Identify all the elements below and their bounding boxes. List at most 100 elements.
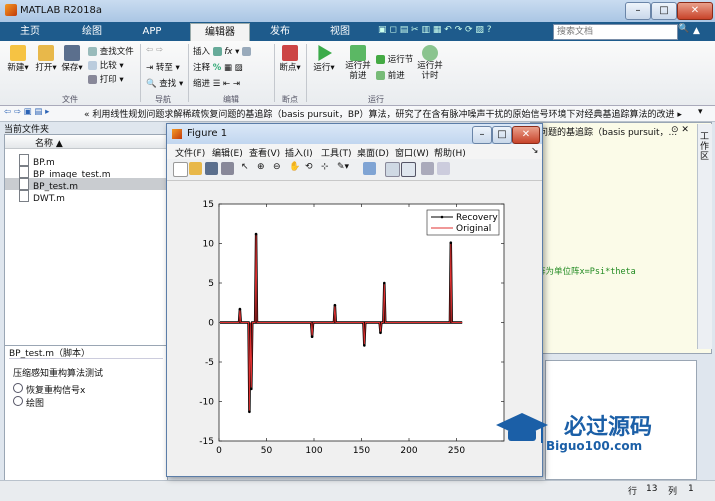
tab-publish[interactable]: 发布 [258, 23, 302, 40]
y-tick-label: 10 [203, 240, 215, 250]
menu-dock-icon[interactable]: ↘ [531, 146, 539, 156]
path-dropdown-icon[interactable]: ▾ [698, 107, 703, 117]
indent-icons: ☰ ⇤ ⇥ [212, 79, 240, 89]
advance-button[interactable]: 前进 [376, 69, 405, 81]
line-label: 行 [628, 487, 638, 497]
legend-icon[interactable] [401, 162, 416, 177]
new-button[interactable]: 新建▾ [6, 45, 30, 73]
print-figure-icon[interactable] [221, 162, 234, 175]
up-folder-icon[interactable]: ▣ [24, 107, 32, 117]
search-icon[interactable]: 🔍 [678, 24, 689, 34]
data-cursor-icon[interactable]: ⊹ [321, 162, 329, 172]
open-folder-icon [38, 45, 54, 61]
edit-plot-icon[interactable]: ↖ [241, 162, 249, 172]
watermark-title: 必过源码 [564, 415, 653, 440]
find-button[interactable]: 🔍 查找 ▾ [146, 77, 183, 89]
tab-apps[interactable]: APP [130, 23, 174, 40]
figure-minimize-button[interactable]: – [472, 126, 492, 144]
tab-editor[interactable]: 编辑器 [190, 23, 250, 41]
outline-item[interactable]: 绘图 [13, 396, 44, 409]
quick-access-icons[interactable]: ▣ ◻ ▤ ✂ ▥ ▦ ↶ ↷ ⟳ ▨ ? [378, 25, 492, 35]
rotate-3d-icon[interactable]: ⟲ [305, 162, 313, 172]
graduation-cap-icon [496, 413, 548, 443]
run-and-time-button[interactable]: 运行并计时 [416, 45, 444, 81]
zoom-out-icon[interactable]: ⊖ [273, 162, 281, 172]
figure-title: Figure 1 [187, 128, 228, 139]
menu-file[interactable]: 文件(F) [175, 146, 205, 159]
search-input[interactable]: 搜索文档 [553, 24, 678, 40]
back-forward-buttons[interactable]: ⇦ ⇨ [146, 45, 163, 55]
details-panel: BP_test.m（脚本） 压缩感知重构算法测试 恢复重构信号x 绘图 [4, 345, 168, 495]
run-section-button[interactable]: 运行节 [376, 53, 413, 65]
run-button[interactable]: 运行▾ [312, 45, 336, 73]
breakpoints-button[interactable]: 断点▾ [278, 45, 302, 73]
menu-window[interactable]: 窗口(W) [395, 146, 429, 159]
plot-area[interactable]: 0 50 100 150 200 250 -15 -10 -5 0 5 10 15 Recovery Ori… [169, 181, 540, 474]
menu-insert[interactable]: 插入(I) [285, 146, 313, 159]
current-folder-panel: 名称 ▲ BP.m BP_image_test.m BP_test.m DWT.… [4, 134, 168, 346]
nav-arrows[interactable]: ⇦ ⇨ ▣ ▤ ▸ [4, 107, 49, 117]
browse-folder-icon[interactable]: ▤ [34, 107, 42, 117]
figure-close-button[interactable]: ✕ [512, 126, 540, 144]
figure-window[interactable]: Figure 1 – □ ✕ 文件(F) 编辑(E) 查看(V) 插入(I) 工… [166, 123, 543, 477]
indent-button[interactable]: 缩进 ☰ ⇤ ⇥ [193, 77, 240, 89]
menu-tools[interactable]: 工具(T) [321, 146, 352, 159]
insert-button[interactable]: 插入 fx ▾ [193, 45, 252, 57]
menu-edit[interactable]: 编辑(E) [212, 146, 243, 159]
hide-tools-icon[interactable] [421, 162, 434, 175]
col-label: 列 [668, 487, 678, 497]
workspace-side-tab[interactable]: 工作区 [697, 124, 712, 349]
new-figure-icon[interactable] [173, 162, 188, 177]
print-icon [88, 75, 97, 84]
link-plot-icon[interactable] [363, 162, 376, 175]
menu-desktop[interactable]: 桌面(D) [357, 146, 389, 159]
open-button[interactable]: 打开▾ [34, 45, 58, 73]
editor-panel[interactable]: 问题的基追踪（basis pursuit，... 阵为单位阵x=Psi*thet… [530, 122, 712, 354]
fx-button[interactable]: fx [224, 47, 232, 57]
outline-item[interactable]: 恢复重构信号x [13, 383, 85, 396]
editor-window-buttons[interactable]: ⊙ ✕ [671, 125, 689, 135]
open-file-icon[interactable] [189, 162, 202, 175]
run-advance-button[interactable]: 运行并前进 [344, 45, 372, 81]
column-header[interactable]: 名称 ▲ [5, 135, 167, 149]
brush-icon[interactable]: ✎▾ [337, 162, 349, 172]
name-column[interactable]: 名称 ▲ [35, 136, 63, 149]
figure-maximize-button[interactable]: □ [492, 126, 512, 144]
menu-help[interactable]: 帮助(H) [434, 146, 466, 159]
close-button[interactable]: ✕ [677, 2, 713, 20]
show-tools-icon[interactable] [437, 162, 450, 175]
x-tick-label: 200 [400, 446, 417, 456]
file-item[interactable]: DWT.m [5, 190, 167, 204]
figure-menu-bar: 文件(F) 编辑(E) 查看(V) 插入(I) 工具(T) 桌面(D) 窗口(W… [167, 144, 542, 159]
tab-home[interactable]: 主页 [8, 23, 52, 40]
goto-button[interactable]: ⇥ 转至 ▾ [146, 61, 180, 73]
colorbar-icon[interactable] [385, 162, 400, 177]
find-files-button[interactable]: 查找文件 [88, 45, 134, 57]
menu-view[interactable]: 查看(V) [249, 146, 280, 159]
chart[interactable]: 0 50 100 150 200 250 -15 -10 -5 0 5 10 15 RecoveryOri… [169, 181, 540, 474]
tab-view[interactable]: 视图 [318, 23, 362, 40]
current-path[interactable]: « 利用线性规划问题求解稀疏恢复问题的基追踪（basis pursuit，BP）… [84, 107, 684, 120]
file-item[interactable]: BP.m [5, 154, 167, 168]
zoom-in-icon[interactable]: ⊕ [257, 162, 265, 172]
pan-icon[interactable]: ✋ [289, 162, 300, 172]
maximize-button[interactable]: □ [651, 2, 677, 20]
collapse-icon[interactable]: ▲ [693, 26, 700, 36]
tab-plots[interactable]: 绘图 [70, 23, 114, 40]
file-item-selected[interactable]: BP_test.m [5, 178, 167, 192]
x-tick-label: 150 [353, 446, 370, 456]
x-tick-label: 50 [261, 446, 273, 456]
y-tick-label: -5 [205, 358, 214, 368]
title-bar: MATLAB R2018a – □ ✕ [0, 0, 715, 23]
minimize-button[interactable]: – [625, 2, 651, 20]
compare-button[interactable]: 比较 ▾ [88, 59, 124, 71]
recovery-point [250, 387, 253, 391]
save-figure-icon[interactable] [205, 162, 218, 175]
print-button[interactable]: 打印 ▾ [88, 73, 124, 85]
comment-button[interactable]: 注释 % ▦ ▨ [193, 61, 243, 73]
save-button[interactable]: 保存▾ [60, 45, 84, 73]
code-comment: 阵为单位阵x=Psi*theta [537, 267, 636, 277]
group-label-file: 文件 [62, 95, 78, 104]
file-item[interactable]: BP_image_test.m [5, 166, 167, 180]
group-label-navigate: 导航 [155, 95, 171, 104]
